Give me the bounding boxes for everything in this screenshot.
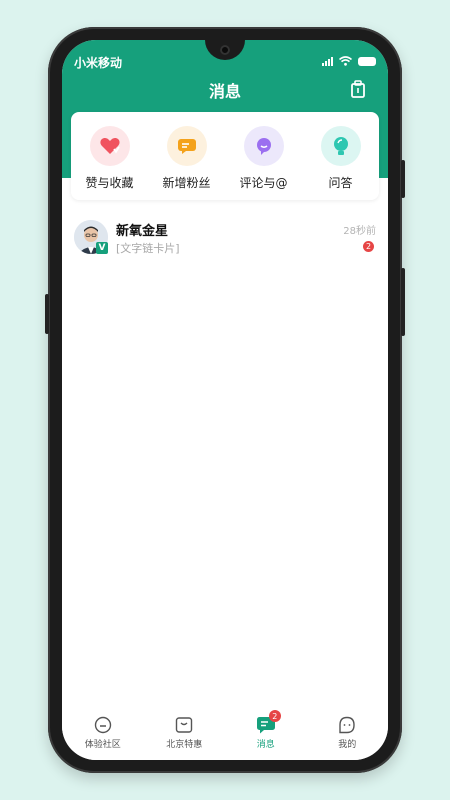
community-icon — [93, 716, 113, 734]
battery-icon — [358, 56, 376, 66]
heart-icon — [89, 126, 130, 166]
tab-messages-badge: 2 — [268, 710, 281, 722]
qa-button[interactable]: 问答 — [306, 126, 376, 191]
message-time: 28秒前 — [343, 226, 376, 237]
likes-favorites-button[interactable]: 赞与收藏 — [75, 126, 145, 191]
front-camera — [220, 45, 230, 55]
qa-label: 问答 — [328, 176, 353, 190]
tab-messages[interactable]: 2 消息 — [236, 710, 296, 750]
new-fans-button[interactable]: 新增粉丝 — [152, 126, 222, 191]
signal-icon — [322, 56, 333, 66]
volume-button — [401, 160, 405, 198]
tab-community-label: 体验社区 — [84, 740, 121, 750]
carrier-name: 小米移动 — [74, 56, 123, 70]
tab-profile[interactable]: 我的 — [317, 716, 377, 750]
verified-badge: V — [96, 242, 108, 254]
conversation-item[interactable]: V 新氧金星 [文字链卡片] 28秒前 2 — [62, 218, 388, 262]
sender-name: 新氧金星 — [116, 224, 169, 239]
unread-badge: 2 — [363, 241, 374, 252]
bulb-icon — [320, 126, 361, 166]
power-button — [401, 268, 405, 336]
app-screen: 小米移动 消息 赞与收藏 新增粉丝 评论与@ 问答 V 新氧金星 [文字链卡片]… — [62, 40, 388, 760]
likes-favorites-label: 赞与收藏 — [85, 176, 134, 190]
page-title: 消息 — [208, 82, 241, 101]
profile-icon — [337, 716, 357, 734]
chat-icon — [166, 126, 207, 166]
tab-deals[interactable]: 北京特惠 — [154, 716, 214, 750]
wifi-icon — [339, 56, 352, 66]
comment-icon — [243, 126, 284, 166]
quick-actions-card: 赞与收藏 新增粉丝 评论与@ 问答 — [71, 112, 379, 200]
side-button-left — [45, 294, 49, 334]
bottom-tab-bar: 体验社区 北京特惠 2 消息 我的 — [62, 706, 388, 760]
tab-deals-label: 北京特惠 — [166, 740, 203, 750]
comments-mentions-label: 评论与@ — [239, 176, 288, 190]
message-preview: [文字链卡片] — [116, 242, 180, 255]
tab-profile-label: 我的 — [338, 740, 357, 750]
deals-icon — [174, 716, 194, 734]
clipboard-icon[interactable] — [348, 79, 368, 99]
tab-community[interactable]: 体验社区 — [73, 716, 133, 750]
tab-messages-label: 消息 — [256, 740, 275, 750]
comments-mentions-button[interactable]: 评论与@ — [229, 126, 299, 191]
new-fans-label: 新增粉丝 — [162, 176, 211, 190]
